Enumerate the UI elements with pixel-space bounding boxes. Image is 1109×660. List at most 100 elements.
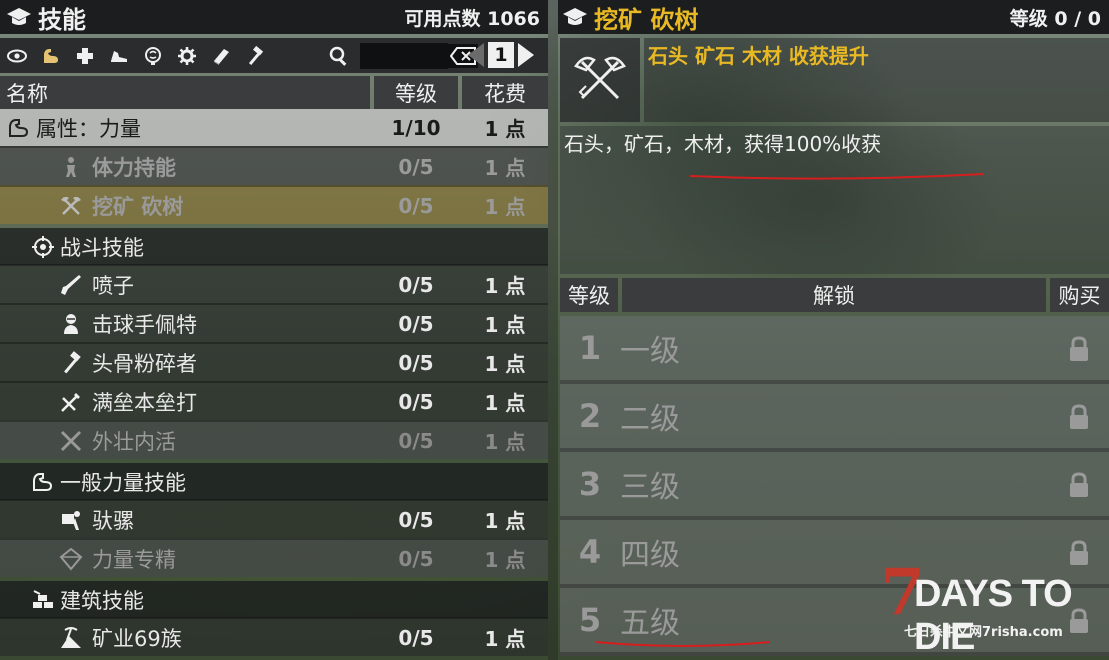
bicep-filter-icon[interactable] (34, 39, 68, 73)
skill-row-mining-woodcutting[interactable]: 挖矿 砍树 0/5 1 点 (0, 185, 548, 224)
plus-icon[interactable] (68, 39, 102, 73)
row-level: 0/5 (398, 154, 434, 179)
hammer-icon[interactable] (238, 39, 272, 73)
skill-row-pack-mule[interactable]: 驮骡 0/5 1 点 (0, 499, 548, 538)
column-header-name[interactable]: 名称 (0, 76, 370, 109)
skills-title-bar: 技能 可用点数 1066 (0, 0, 548, 34)
row-level: 0/5 (398, 546, 434, 571)
mule-icon (58, 507, 84, 533)
logo-text: DAYS TO DIE (914, 573, 1073, 658)
book-icon[interactable] (204, 39, 238, 73)
axe-pick-icon (574, 56, 626, 100)
category-row-combat-skills[interactable]: 战斗技能 (0, 228, 548, 265)
skill-row-skull-crusher[interactable]: 头骨粉碎者 0/5 1 点 (0, 342, 548, 381)
lock-icon[interactable] (1067, 472, 1091, 498)
filter-toolbar: 1 (0, 38, 548, 73)
row-cost: 1 点 (484, 156, 526, 180)
level-name: 一级 (620, 334, 680, 369)
prev-page-arrow-icon[interactable] (468, 43, 484, 67)
graduation-cap-icon (7, 8, 31, 25)
graduation-cap-icon (563, 8, 587, 25)
row-cost: 1 点 (484, 195, 526, 219)
skills-panel: 技能 可用点数 1066 1 名称 等级 花费 属性：力量 1/10 1 点 体… (0, 0, 548, 660)
category-row-general-strength[interactable]: 一般力量技能 (0, 463, 548, 500)
skill-row-miner-69er[interactable]: 矿业69族 0/5 1 点 (0, 617, 548, 656)
bicep-icon (30, 469, 56, 495)
skill-row-shotgun[interactable]: 喷子 0/5 1 点 (0, 264, 548, 303)
lock-icon[interactable] (1067, 404, 1091, 430)
bicep-icon (6, 115, 32, 141)
bat-icon (58, 311, 84, 337)
gem-icon (58, 546, 84, 572)
row-level: 0/5 (398, 193, 434, 218)
swing-icon (58, 389, 84, 415)
level-number: 2 (578, 397, 602, 435)
shoe-icon[interactable] (102, 39, 136, 73)
skills-title: 技能 (38, 5, 86, 34)
skill-row-strength-mastery[interactable]: 力量专精 0/5 1 点 (0, 538, 548, 577)
row-level: 0/5 (398, 350, 434, 375)
row-cost: 1 点 (484, 509, 526, 533)
skill-row-batter[interactable]: 击球手佩特 0/5 1 点 (0, 303, 548, 342)
category-row-construction-skills[interactable]: 建筑技能 (0, 581, 548, 618)
skill-row-stamina[interactable]: 体力持能 0/5 1 点 (0, 146, 548, 185)
row-name: 建筑技能 (60, 588, 144, 613)
pager: 1 (468, 42, 534, 68)
level-row-3[interactable]: 3 三级 (560, 452, 1109, 520)
row-cost: 1 点 (484, 548, 526, 572)
short-description-box: 石头 矿石 木材 收获提升 (644, 38, 1109, 122)
row-cost: 1 点 (484, 274, 526, 298)
row-level: 0/5 (398, 311, 434, 336)
skill-row-grand-slam[interactable]: 满垒本垒打 0/5 1 点 (0, 381, 548, 420)
level-number: 4 (578, 533, 602, 571)
row-cost: 1 点 (484, 391, 526, 415)
long-description: 石头，矿石，木材，获得100%收获 (564, 132, 882, 156)
sledgehammer-icon (58, 350, 84, 376)
shotgun-icon (58, 272, 84, 298)
row-cost: 1 点 (484, 352, 526, 376)
available-points: 可用点数 1066 (404, 8, 541, 30)
figure-icon (58, 154, 84, 180)
level-row-1[interactable]: 1 一级 (560, 316, 1109, 384)
eye-icon[interactable] (0, 39, 34, 73)
long-description-box: 石头，矿石，木材，获得100%收获 (560, 126, 1109, 274)
level-name: 三级 (620, 470, 680, 505)
gear-icon[interactable] (170, 39, 204, 73)
row-level: 0/5 (398, 507, 434, 532)
crossed-bats-icon (58, 428, 84, 454)
row-cost: 1 点 (484, 313, 526, 337)
row-level: 0/5 (398, 625, 434, 650)
row-cost: 1 点 (484, 117, 526, 141)
column-header-level[interactable]: 等级 (374, 76, 458, 109)
bricks-icon (30, 587, 56, 613)
column-header-unlock: 解锁 (622, 278, 1046, 312)
level-row-2[interactable]: 2 二级 (560, 384, 1109, 452)
row-name: 一般力量技能 (60, 470, 186, 495)
level-number: 1 (578, 329, 602, 367)
column-header-cost[interactable]: 花费 (462, 76, 548, 109)
brain-icon[interactable] (136, 39, 170, 73)
skill-row-outer-strength[interactable]: 外壮内活 0/5 1 点 (0, 420, 548, 459)
column-header-buy: 购买 (1050, 278, 1109, 312)
search-area (322, 38, 478, 73)
level-number: 3 (578, 465, 602, 503)
search-input[interactable] (360, 42, 448, 69)
next-page-arrow-icon[interactable] (518, 43, 534, 67)
lock-icon[interactable] (1067, 336, 1091, 362)
category-row-strength-attribute[interactable]: 属性：力量 1/10 1 点 (0, 109, 548, 146)
row-cost: 1 点 (484, 430, 526, 454)
red-underline-annotation (595, 641, 771, 647)
row-name: 战斗技能 (60, 235, 144, 260)
column-header-level: 等级 (560, 278, 618, 312)
row-level: 0/5 (398, 428, 434, 453)
game-logo-watermark: 7 DAYS TO DIE 七日杀中文网7risha.com (880, 555, 1105, 658)
skill-icon-box (560, 38, 640, 122)
short-description: 石头 矿石 木材 收获提升 (648, 44, 869, 68)
level-number: 5 (578, 601, 602, 639)
crosshair-icon (30, 234, 56, 260)
red-underline-annotation (689, 173, 985, 180)
detail-level: 等级 0 / 0 (1009, 8, 1101, 30)
search-icon[interactable] (322, 39, 356, 73)
detail-title-bar: 挖矿 砍树 等级 0 / 0 (558, 0, 1109, 34)
row-cost: 1 点 (484, 627, 526, 651)
